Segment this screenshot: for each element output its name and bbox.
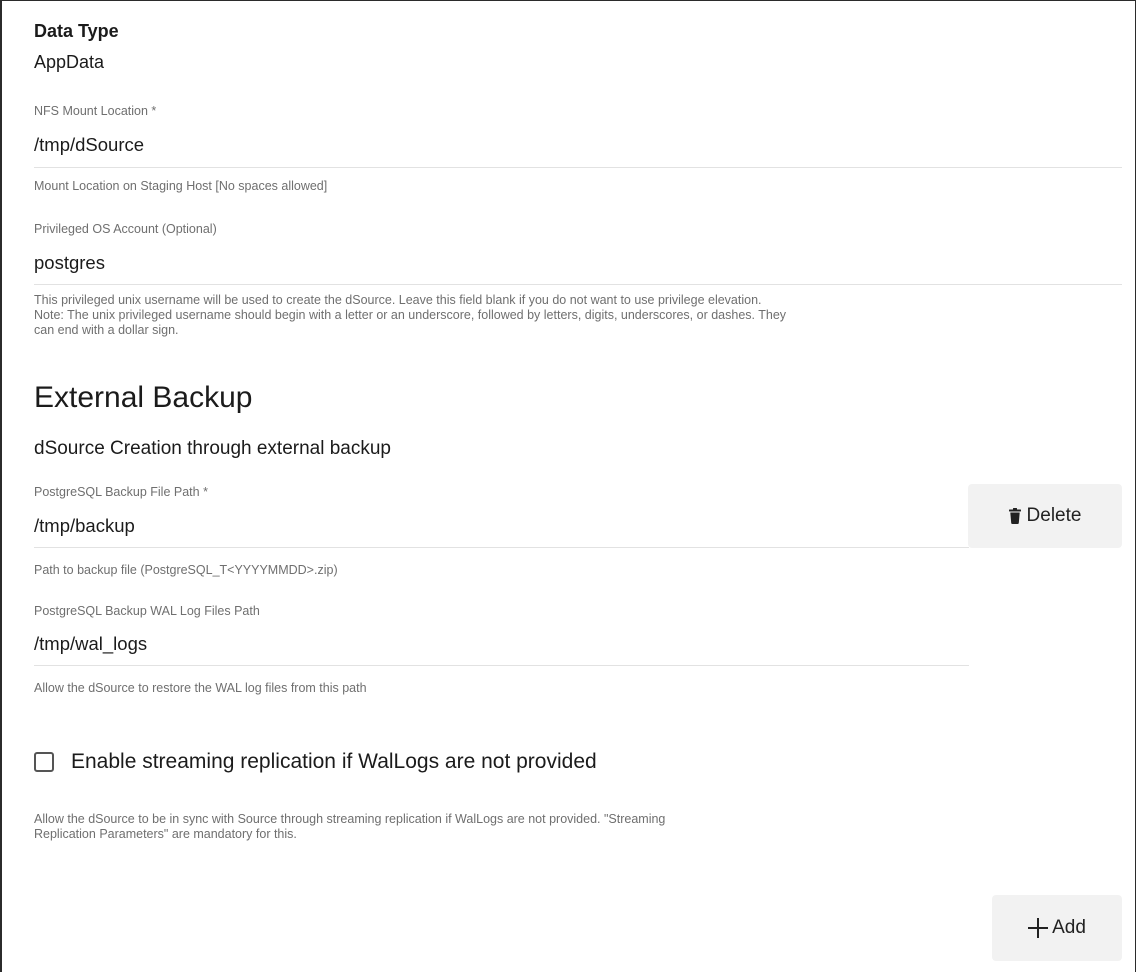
streaming-helper-line-2: Replication Parameters" are mandatory fo… — [34, 827, 297, 841]
privileged-account-label: Privileged OS Account (Optional) — [34, 222, 217, 236]
data-type-value: AppData — [34, 52, 105, 72]
wal-path-underline — [34, 665, 969, 666]
streaming-replication-checkbox[interactable] — [34, 752, 54, 772]
wal-path-input[interactable]: /tmp/wal_logs — [34, 633, 147, 655]
delete-button[interactable]: Delete — [968, 484, 1122, 548]
privileged-helper-line-1: This privileged unix username will be us… — [34, 293, 762, 307]
external-backup-title: External Backup — [34, 381, 253, 414]
privileged-account-helper: This privileged unix username will be us… — [34, 293, 786, 338]
delete-button-label: Delete — [1026, 505, 1082, 526]
wal-path-helper: Allow the dSource to restore the WAL log… — [34, 681, 367, 695]
backup-file-path-helper: Path to backup file (PostgreSQL_T<YYYYMM… — [34, 563, 338, 577]
external-backup-subtitle: dSource Creation through external backup — [34, 438, 392, 459]
data-type-heading: Data Type — [34, 21, 119, 41]
streaming-replication-label[interactable]: Enable streaming replication if WalLogs … — [71, 750, 597, 774]
wal-path-label: PostgreSQL Backup WAL Log Files Path — [34, 604, 260, 618]
nfs-mount-input[interactable]: /tmp/dSource — [34, 134, 144, 156]
trash-icon — [1008, 508, 1021, 524]
privileged-helper-line-2: Note: The unix privileged username shoul… — [34, 308, 787, 322]
backup-file-path-input[interactable]: /tmp/backup — [34, 515, 135, 537]
nfs-mount-label: NFS Mount Location * — [34, 104, 157, 118]
add-button-label: Add — [1052, 917, 1086, 938]
backup-file-path-label: PostgreSQL Backup File Path * — [34, 485, 208, 499]
privileged-account-input[interactable]: postgres — [34, 252, 105, 274]
privileged-helper-line-3: can end with a dollar sign. — [34, 323, 179, 337]
plus-icon — [1028, 918, 1049, 938]
nfs-mount-underline — [34, 167, 1122, 168]
privileged-account-underline — [34, 284, 1122, 285]
add-button[interactable]: Add — [992, 895, 1122, 961]
backup-file-path-underline — [34, 547, 969, 548]
streaming-replication-helper: Allow the dSource to be in sync with Sou… — [34, 812, 665, 842]
form-panel: Data Type AppData NFS Mount Location * /… — [0, 0, 1136, 972]
nfs-mount-helper: Mount Location on Staging Host [No space… — [34, 179, 328, 193]
streaming-helper-line-1: Allow the dSource to be in sync with Sou… — [34, 812, 666, 826]
